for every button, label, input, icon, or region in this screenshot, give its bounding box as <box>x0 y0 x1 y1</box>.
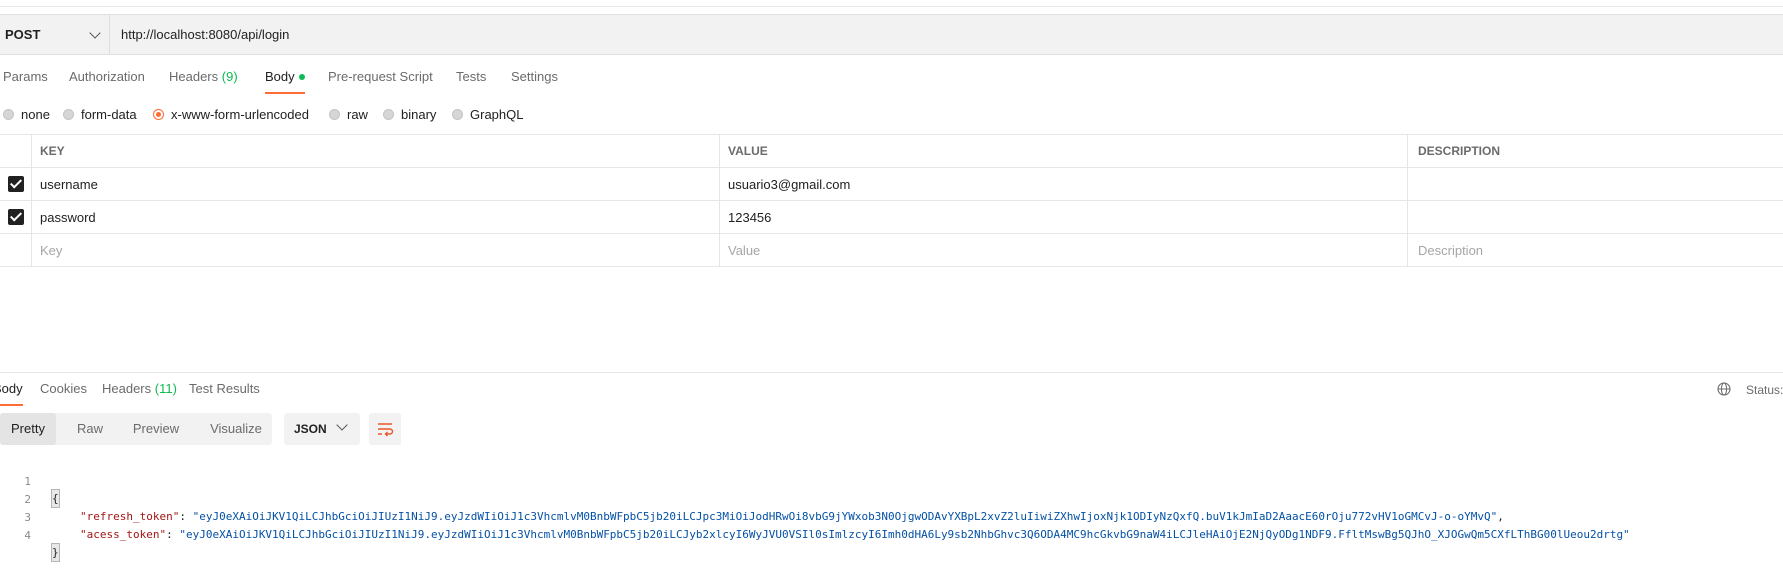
radio-x-www-form-urlencoded[interactable]: x-www-form-urlencoded <box>153 104 309 124</box>
table-header: KEY VALUE DESCRIPTION <box>0 134 1783 168</box>
code-line: 2 "refresh_token": "eyJ0eXAiOiJKV1QiLCJh… <box>0 474 1783 523</box>
header-description: DESCRIPTION <box>1418 144 1501 158</box>
close-brace: } <box>51 543 60 562</box>
line-number: 4 <box>24 529 31 542</box>
key-placeholder[interactable]: Key <box>32 234 720 266</box>
tab-authorization[interactable]: Authorization <box>69 64 145 94</box>
url-input[interactable]: http://localhost:8080/api/login <box>121 15 289 54</box>
tab-body[interactable]: Body <box>265 64 305 94</box>
active-indicator-dot <box>298 73 305 80</box>
header-value: VALUE <box>720 135 1408 167</box>
table-row: username usuario3@gmail.com <box>0 168 1783 201</box>
format-toggle: Pretty Raw Preview Visualize <box>0 413 272 445</box>
top-divider <box>0 6 1783 7</box>
radio-circle-icon <box>329 108 340 120</box>
description-cell[interactable] <box>1408 168 1783 200</box>
code-line: 3 "acess_token": "eyJ0eXAiOiJKV1QiLCJhbG… <box>0 492 1783 541</box>
new-row: Key Value Description <box>0 234 1783 267</box>
radio-circle-icon <box>3 108 14 120</box>
radio-selected-icon <box>153 108 164 120</box>
tab-label: Headers <box>169 69 219 84</box>
tab-label: Headers <box>102 381 152 396</box>
tab-label: Params <box>3 69 48 84</box>
json-colon: : <box>166 528 180 541</box>
tab-label: Cookies <box>40 381 87 396</box>
method-label: POST <box>5 27 41 42</box>
value-cell[interactable]: 123456 <box>720 201 1408 233</box>
description-cell[interactable] <box>1408 201 1783 233</box>
tab-settings[interactable]: Settings <box>511 64 558 94</box>
headers-count: (11) <box>154 381 177 396</box>
tab-label: Pre-request Script <box>328 69 433 84</box>
method-select[interactable]: POST <box>0 15 110 54</box>
radio-label: x-www-form-urlencoded <box>171 106 309 122</box>
row-checkbox-cell <box>0 201 32 233</box>
key-cell[interactable]: username <box>32 168 720 200</box>
globe-icon[interactable] <box>1717 382 1731 396</box>
format-visualize-button[interactable]: Visualize <box>201 413 271 445</box>
radio-label: GraphQL <box>470 106 524 122</box>
header-key: KEY <box>32 135 720 167</box>
tab-label: Authorization <box>69 69 145 84</box>
checkbox-checked-icon[interactable] <box>7 209 24 225</box>
json-string-value: "eyJ0eXAiOiJKV1QiLCJhbGciOiJIUzI1NiJ9.ey… <box>179 528 1630 541</box>
tab-tests[interactable]: Tests <box>456 64 486 94</box>
format-pretty-button[interactable]: Pretty <box>0 413 56 445</box>
line-text: } <box>51 543 60 562</box>
response-tab-headers[interactable]: Headers (11) <box>102 380 177 410</box>
radio-label: binary <box>401 106 437 122</box>
headers-count: (9) <box>221 69 238 84</box>
language-select[interactable]: JSON <box>284 413 360 445</box>
tab-pre-request-script[interactable]: Pre-request Script <box>328 64 433 94</box>
chevron-down-icon <box>89 26 101 39</box>
key-cell[interactable]: password <box>32 201 720 233</box>
tab-label: Body <box>0 381 23 396</box>
tab-label: Settings <box>511 69 558 84</box>
radio-circle-icon <box>63 108 74 120</box>
format-preview-button[interactable]: Preview <box>125 413 187 445</box>
format-raw-button[interactable]: Raw <box>68 413 112 445</box>
checkbox-checked-icon[interactable] <box>7 176 24 192</box>
value-cell[interactable]: usuario3@gmail.com <box>720 168 1408 200</box>
radio-graphql[interactable]: GraphQL <box>452 104 523 124</box>
tab-label: Tests <box>456 69 487 84</box>
header-spacer <box>0 135 32 167</box>
line-text: "acess_token": "eyJ0eXAiOiJKV1QiLCJhbGci… <box>80 526 1630 543</box>
tab-headers[interactable]: Headers (9) <box>169 64 238 94</box>
language-label: JSON <box>294 422 327 436</box>
radio-label: raw <box>347 106 368 122</box>
radio-form-data[interactable]: form-data <box>63 104 137 124</box>
response-tab-cookies[interactable]: Cookies <box>40 380 87 410</box>
tab-params[interactable]: Params <box>3 64 48 94</box>
response-status-label: Status: <box>1746 383 1783 397</box>
url-bar: POST http://localhost:8080/api/login <box>0 14 1783 55</box>
row-checkbox-cell <box>0 234 32 266</box>
response-tab-test-results[interactable]: Test Results <box>189 380 260 410</box>
radio-label: none <box>21 106 50 122</box>
code-line: 4 } <box>0 510 1783 562</box>
radio-label: form-data <box>81 106 137 122</box>
table-row: password 123456 <box>0 201 1783 234</box>
response-divider <box>0 372 1783 373</box>
radio-none[interactable]: none <box>3 104 50 124</box>
radio-raw[interactable]: raw <box>329 104 368 124</box>
tab-label: Test Results <box>189 381 260 396</box>
response-tab-body[interactable]: Body <box>0 380 23 410</box>
radio-binary[interactable]: binary <box>383 104 436 124</box>
code-line: 1 { <box>0 456 1783 508</box>
tab-label: Body <box>265 69 295 84</box>
json-key: "acess_token" <box>80 528 167 541</box>
radio-circle-icon <box>383 108 394 120</box>
description-placeholder[interactable]: Description <box>1408 234 1783 266</box>
value-placeholder[interactable]: Value <box>720 234 1408 266</box>
radio-circle-icon <box>452 108 463 120</box>
wrap-lines-icon[interactable] <box>369 413 401 445</box>
chevron-down-icon <box>336 419 348 431</box>
row-checkbox-cell <box>0 168 32 200</box>
